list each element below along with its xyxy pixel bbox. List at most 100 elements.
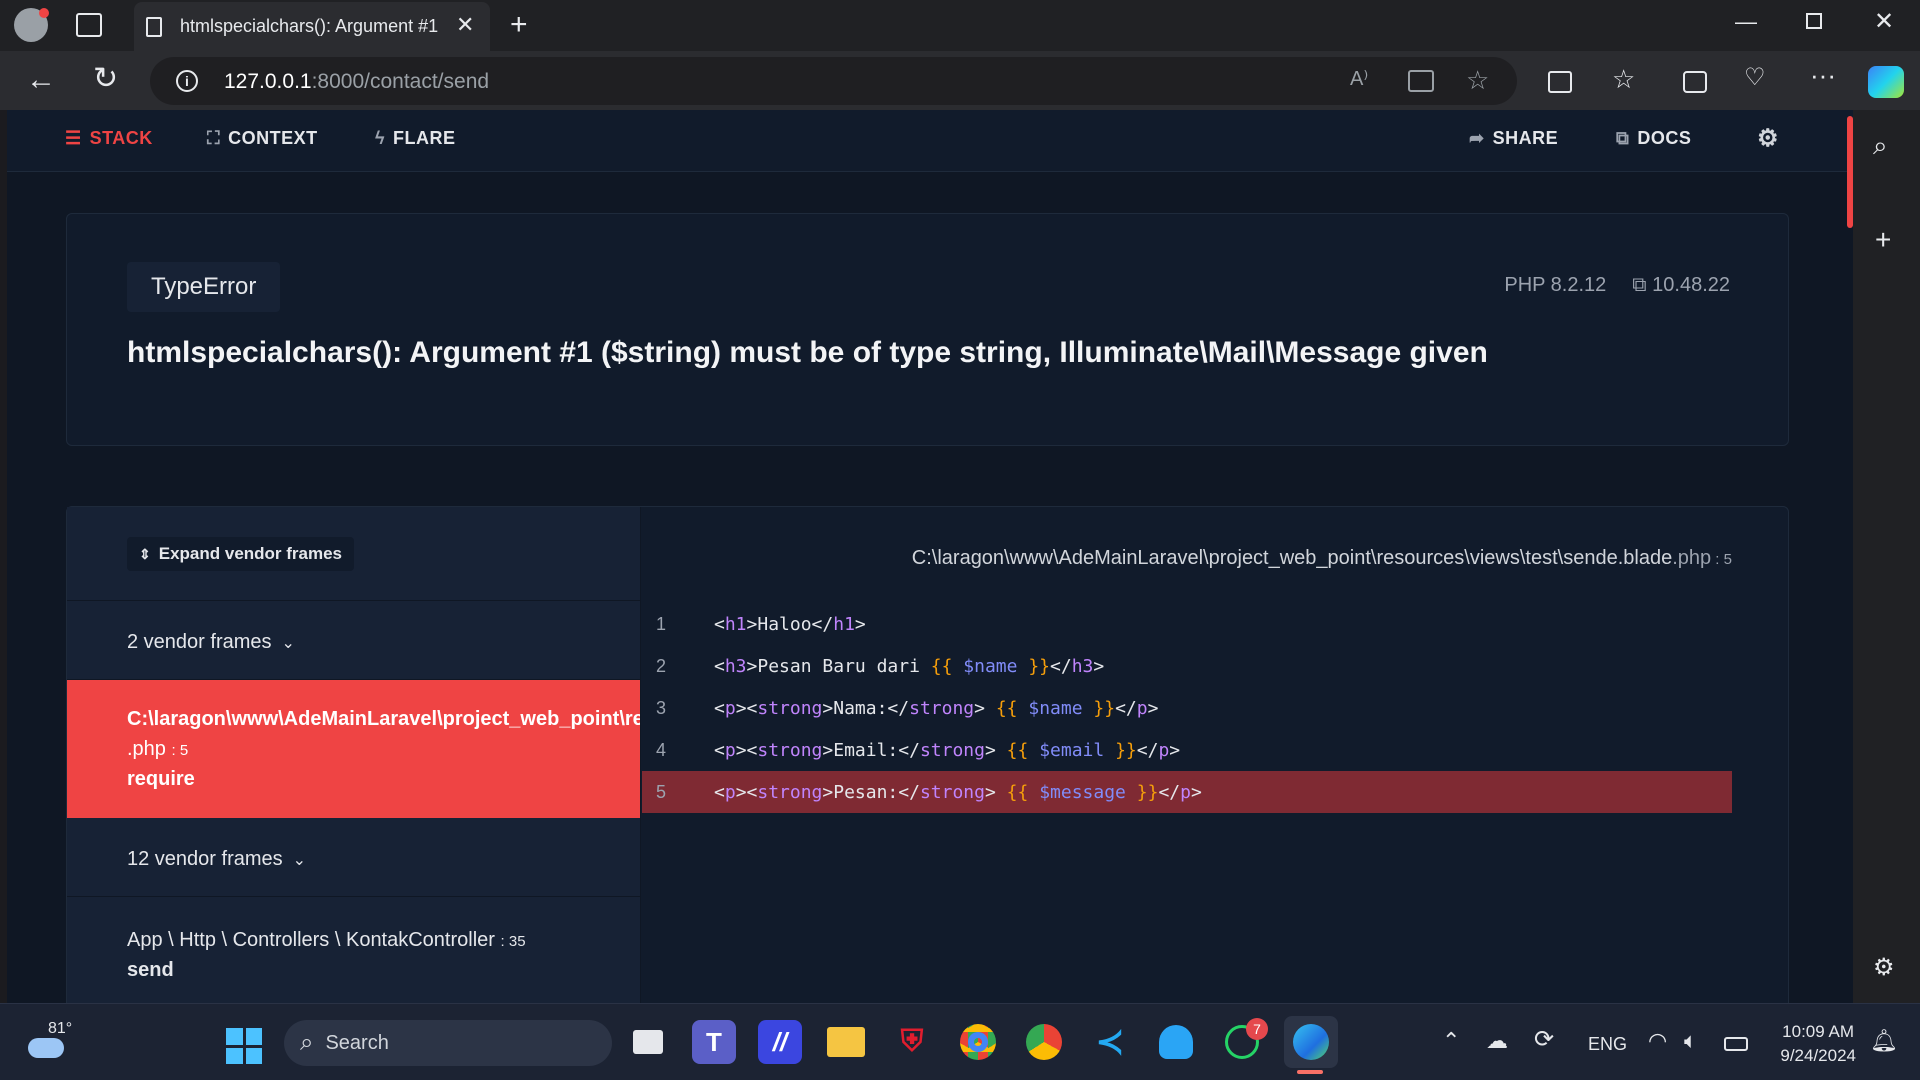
vendor-frames-count: 12 vendor frames xyxy=(127,848,283,870)
taskbar-search[interactable]: ⌕ Search xyxy=(284,1020,612,1066)
url-text[interactable]: 127.0.0.1:8000/contact/send xyxy=(224,70,489,94)
frame-file-ext: .php xyxy=(127,738,166,760)
new-tab-icon[interactable]: + xyxy=(510,10,528,40)
expand-chevrons-icon: ⇕ xyxy=(139,545,151,562)
vendor-frames-group[interactable]: 12 vendor frames ⌄ xyxy=(67,818,640,897)
weather-widget[interactable]: 81° xyxy=(26,1018,96,1066)
code-line[interactable]: 4 <p><strong>Email:</strong> {{ $email }… xyxy=(642,729,1732,771)
frame-method: require xyxy=(127,768,195,790)
code-line-highlighted[interactable]: 5 <p><strong>Pesan:</strong> {{ $message… xyxy=(642,771,1732,813)
expand-vendor-frames-label: Expand vendor frames xyxy=(158,544,343,563)
nav-flare[interactable]: ϟ FLARE xyxy=(375,128,456,149)
stack-frames-list: ⇕ Expand vendor frames 2 vendor frames ⌄ C… xyxy=(67,507,641,1003)
windows-logo-tile xyxy=(245,1028,262,1045)
wifi-icon[interactable]: ◠ xyxy=(1648,1030,1667,1052)
code-text: <h1>Haloo</h1> xyxy=(714,613,866,635)
frame-file-ext-line: .php : 5 xyxy=(127,738,188,761)
browser-tab-active[interactable]: htmlspecialchars(): Argument #1 ( ✕ xyxy=(134,2,490,51)
task-view-icon[interactable] xyxy=(626,1020,670,1064)
search-icon[interactable]: ⌕ xyxy=(1873,132,1888,158)
laravel-docs-icon: ⧉ xyxy=(1616,128,1630,148)
sync-icon[interactable]: ⟳ xyxy=(1534,1028,1554,1052)
more-menu-icon[interactable]: ··· xyxy=(1810,62,1836,88)
url-host: 127.0.0.1 xyxy=(224,70,312,93)
laravel-icon: ⧉ xyxy=(1632,274,1647,296)
read-aloud-icon[interactable]: A⁾ xyxy=(1350,69,1368,89)
code-line[interactable]: 1 <h1>Haloo</h1> xyxy=(642,603,1732,645)
immersive-reader-icon[interactable] xyxy=(1408,70,1434,92)
code-text: <p><strong>Pesan:</strong> {{ $message }… xyxy=(714,781,1202,803)
clock-date[interactable]: 9/24/2024 xyxy=(1770,1046,1856,1066)
tab-actions-icon[interactable] xyxy=(76,13,102,37)
line-number: 3 xyxy=(656,697,667,718)
browser-essentials-icon[interactable]: ♡ xyxy=(1744,66,1766,90)
expand-vendor-section: ⇕ Expand vendor frames xyxy=(67,507,640,601)
whatsapp-badge: 7 xyxy=(1246,1018,1268,1040)
error-header-card: TypeError PHP 8.2.12 ⧉ 10.48.22 htmlspec… xyxy=(66,213,1789,446)
split-screen-icon[interactable] xyxy=(1548,71,1572,93)
sidebar-settings-icon[interactable]: ⚙ xyxy=(1873,956,1895,980)
notifications-icon[interactable]: 🔔︎ xyxy=(1870,1030,1898,1052)
battery-icon[interactable] xyxy=(1724,1037,1748,1051)
teams-icon[interactable]: T xyxy=(692,1020,736,1064)
favorites-icon[interactable]: ☆ xyxy=(1612,66,1635,92)
language-indicator[interactable]: ENG xyxy=(1588,1034,1627,1055)
expand-vendor-frames-button[interactable]: ⇕ Expand vendor frames xyxy=(127,537,355,571)
temperature: 81° xyxy=(48,1020,73,1037)
vscode-icon[interactable]: ≺ xyxy=(1088,1020,1132,1064)
app-icon[interactable]: // xyxy=(758,1020,802,1064)
favorite-star-icon[interactable]: ☆ xyxy=(1466,67,1489,93)
snippet-file-path[interactable]: C:\laragon\www\AdeMainLaravel\project_we… xyxy=(912,547,1732,570)
chrome-profile-icon[interactable] xyxy=(1022,1020,1066,1064)
nav-docs-label: DOCS xyxy=(1637,128,1692,148)
address-bar[interactable]: i 127.0.0.1:8000/contact/send A⁾ ☆ xyxy=(150,57,1517,105)
show-hidden-icons[interactable]: ⌃ xyxy=(1442,1030,1460,1052)
laravel-version-group: ⧉ 10.48.22 xyxy=(1632,274,1730,297)
code-line[interactable]: 3 <p><strong>Nama:</strong> {{ $name }}<… xyxy=(642,687,1732,729)
task-view-shape xyxy=(633,1030,663,1054)
chrome-icon[interactable] xyxy=(956,1020,1000,1064)
collections-icon[interactable] xyxy=(1683,71,1707,93)
minimize-icon[interactable]: — xyxy=(1735,11,1757,33)
line-number: 2 xyxy=(656,655,667,676)
start-button[interactable] xyxy=(226,1028,262,1064)
php-version: PHP 8.2.12 xyxy=(1504,274,1607,296)
site-info-icon[interactable]: i xyxy=(176,70,198,92)
close-tab-icon[interactable]: ✕ xyxy=(456,14,474,36)
vendor-frames-group[interactable]: 2 vendor frames ⌄ xyxy=(67,601,640,680)
stack-frame[interactable]: App \ Http \ Controllers \ KontakControl… xyxy=(67,897,640,1003)
nav-stack[interactable]: ☰ STACK xyxy=(65,128,153,149)
clock-time[interactable]: 10:09 AM xyxy=(1778,1022,1854,1042)
refresh-icon[interactable]: ↻ xyxy=(93,64,118,94)
nav-share[interactable]: ➦ SHARE xyxy=(1469,128,1558,149)
restore-icon[interactable] xyxy=(1806,13,1822,29)
ignition-nav: ☰ STACK ⛶ CONTEXT ϟ FLARE ➦ SHARE ⧉ DOCS ⚙ xyxy=(7,110,1853,172)
nav-context[interactable]: ⛶ CONTEXT xyxy=(207,128,318,149)
onedrive-icon[interactable]: ☁ xyxy=(1486,1030,1508,1052)
tab-title: htmlspecialchars(): Argument #1 ( xyxy=(180,16,438,36)
mcafee-icon[interactable]: ⛨ xyxy=(890,1020,934,1064)
snippet-file-ext: .php xyxy=(1672,547,1712,569)
file-explorer-icon[interactable] xyxy=(824,1020,868,1064)
nav-context-label: CONTEXT xyxy=(228,128,318,148)
windows-logo-tile xyxy=(226,1028,243,1045)
code-line[interactable]: 2 <h3>Pesan Baru dari {{ $name }}</h3> xyxy=(642,645,1732,687)
search-label: Search xyxy=(325,1031,389,1054)
copilot-icon[interactable] xyxy=(1868,66,1904,98)
edge-icon[interactable] xyxy=(1284,1016,1338,1068)
share-icon: ➦ xyxy=(1469,128,1485,148)
ignition-error-page: ☰ STACK ⛶ CONTEXT ϟ FLARE ➦ SHARE ⧉ DOCS ⚙ Ty… xyxy=(7,110,1853,1003)
volume-icon[interactable]: 🔈︎ xyxy=(1684,1030,1697,1052)
app-icon[interactable] xyxy=(1154,1020,1198,1064)
settings-gear-icon[interactable]: ⚙ xyxy=(1757,124,1779,153)
laravel-version: 10.48.22 xyxy=(1652,274,1730,296)
close-window-icon[interactable]: ✕ xyxy=(1874,10,1894,34)
windows-logo-tile xyxy=(226,1047,243,1064)
line-number: 5 xyxy=(656,781,667,802)
windows-taskbar: 81° ⌕ Search T // ⛨ ≺ 7 ⌃ ☁ ⟳ ENG ◠ 🔈︎ 10… xyxy=(0,1003,1920,1080)
add-sidebar-app-icon[interactable]: + xyxy=(1875,226,1891,254)
back-icon[interactable]: ← xyxy=(26,65,56,95)
frame-class-path: App \ Http \ Controllers \ KontakControl… xyxy=(127,929,526,952)
nav-docs[interactable]: ⧉ DOCS xyxy=(1616,128,1691,149)
stack-frame-active[interactable]: C:\laragon\www\AdeMainLaravel\project_we… xyxy=(67,680,640,818)
